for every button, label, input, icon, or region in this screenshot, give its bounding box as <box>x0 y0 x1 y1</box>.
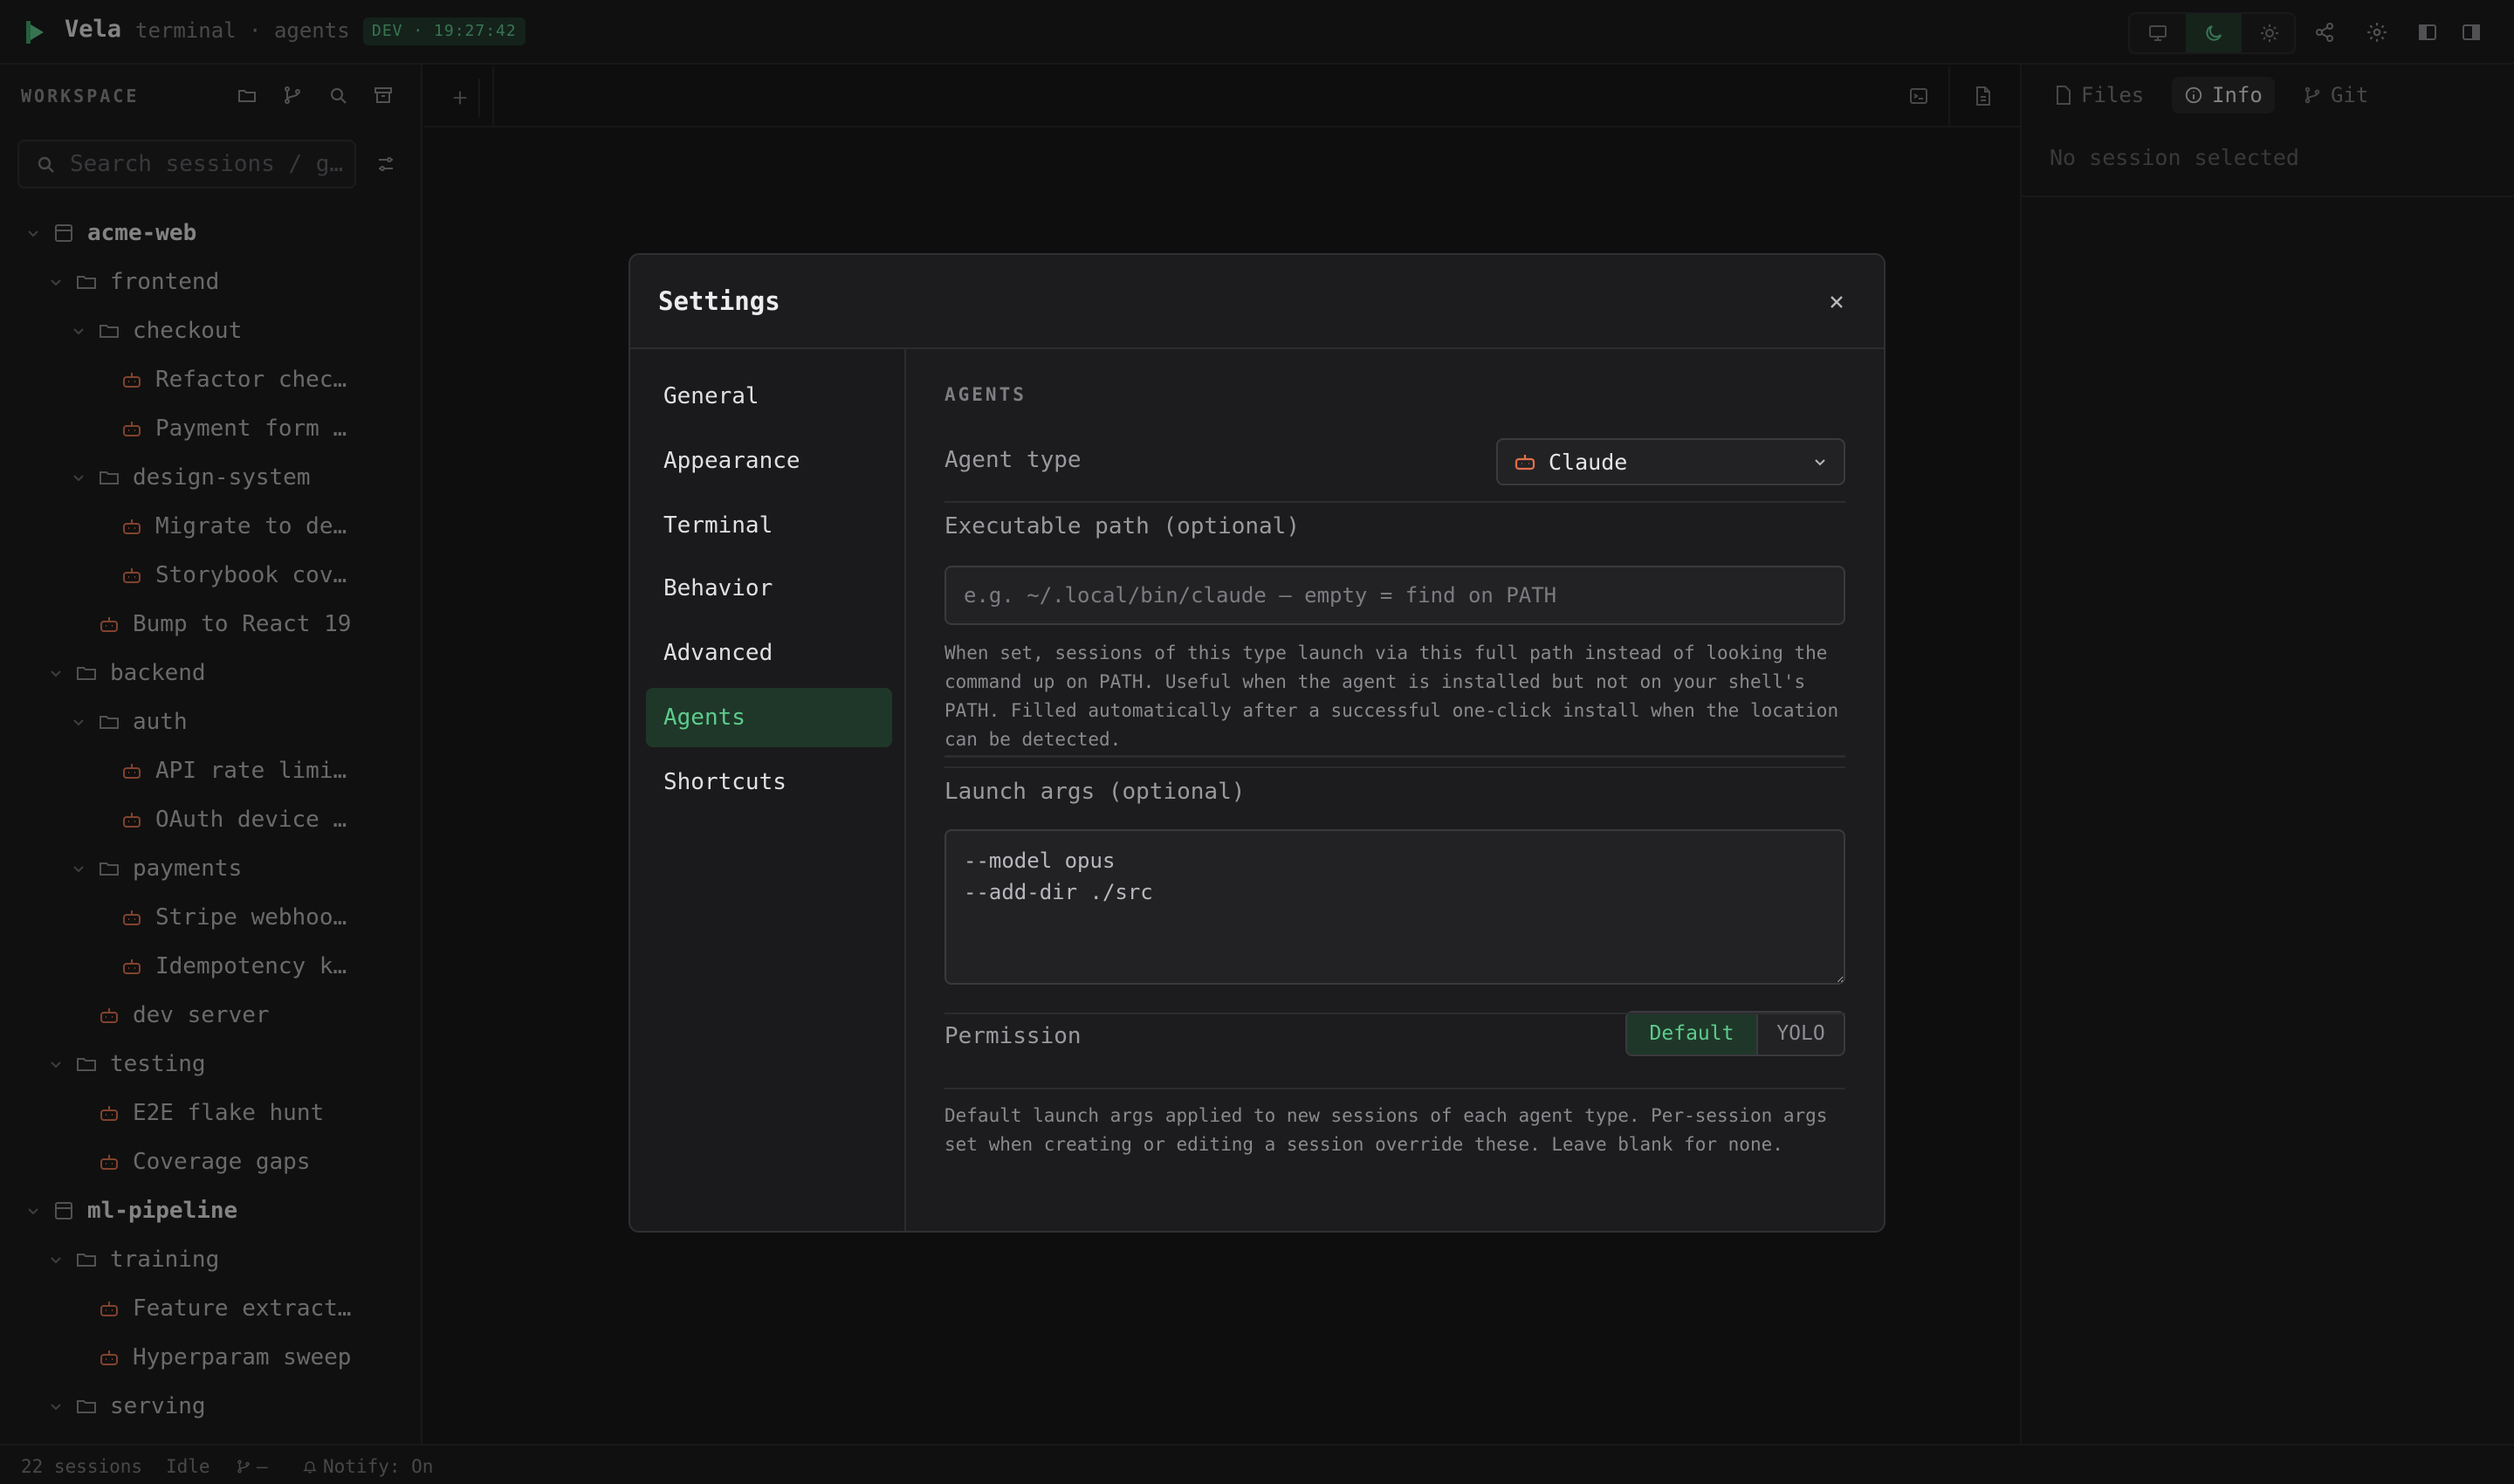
permission-toggle: Default YOLO <box>1625 1011 1845 1056</box>
nav-shortcuts[interactable]: Shortcuts <box>646 752 892 812</box>
robot-icon <box>1515 455 1535 471</box>
row-divider <box>944 1088 1845 1089</box>
nav-terminal[interactable]: Terminal <box>646 496 892 555</box>
row-divider <box>944 766 1845 768</box>
row-divider <box>944 756 1845 758</box>
nav-agents[interactable]: Agents <box>646 688 892 747</box>
dialog-title: Settings <box>658 286 780 316</box>
launch-args-label: Launch args (optional) <box>944 779 1246 805</box>
agent-type-value: Claude <box>1549 449 1628 475</box>
agents-footer-help: Default launch args applied to new sessi… <box>944 1105 1828 1155</box>
row-divider <box>944 1013 1845 1014</box>
nav-advanced[interactable]: Advanced <box>646 623 892 683</box>
exe-path-label: Executable path (optional) <box>944 513 1300 539</box>
agent-type-label: Agent type <box>944 447 1082 473</box>
permission-default[interactable]: Default <box>1627 1013 1756 1055</box>
permission-yolo[interactable]: YOLO <box>1756 1013 1844 1055</box>
launch-args-textarea[interactable]: --model opus --add-dir ./src <box>944 829 1845 985</box>
exe-path-help: When set, sessions of this type launch v… <box>944 642 1839 750</box>
close-icon[interactable] <box>1823 288 1851 316</box>
settings-nav: General Appearance Terminal Behavior Adv… <box>630 349 906 1231</box>
row-divider <box>944 501 1845 503</box>
permission-label: Permission <box>944 1023 1082 1049</box>
settings-dialog: Settings General Appearance Terminal Beh… <box>628 253 1886 1233</box>
settings-content: AGENTS Agent type Claude Executable path… <box>906 349 1884 1231</box>
section-title: AGENTS <box>944 384 1027 405</box>
chevron-down-icon <box>1815 459 1825 466</box>
nav-behavior[interactable]: Behavior <box>646 559 892 618</box>
nav-appearance[interactable]: Appearance <box>646 431 892 491</box>
agent-type-select[interactable]: Claude <box>1496 438 1845 485</box>
nav-general[interactable]: General <box>646 367 892 426</box>
exe-path-input[interactable] <box>944 566 1845 625</box>
